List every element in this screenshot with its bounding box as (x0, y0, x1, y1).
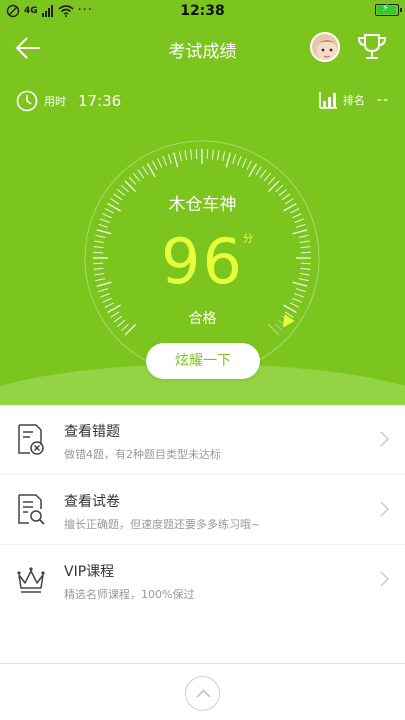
gauge-tick (216, 150, 220, 161)
scroll-up-button[interactable] (185, 676, 220, 711)
gauge-tick (246, 160, 252, 171)
used-time-value: 17:36 (78, 92, 122, 110)
list-item-vip-course[interactable]: VIP课程 精选名师课程，100%保过 (0, 545, 405, 615)
gauge-tick (206, 149, 209, 160)
gauge-tick (195, 149, 198, 160)
score-unit: 分 (243, 234, 253, 245)
clock-icon (16, 90, 38, 112)
share-button[interactable]: 炫耀一下 (146, 343, 260, 379)
gauge-tick (173, 152, 179, 168)
list-item-title: 查看试卷 (64, 494, 120, 510)
gauge-tick (178, 151, 182, 162)
bar-chart-icon (319, 92, 337, 109)
battery-icon: ⚡ (375, 3, 402, 16)
rank-label: 排名 (342, 94, 365, 107)
username: 木仓车神 (168, 195, 237, 215)
gauge-tick (267, 176, 276, 185)
gauge-tick (248, 163, 258, 177)
gauge-tick (162, 156, 167, 166)
gauge-tick (104, 302, 115, 308)
chevron-right-icon (380, 431, 389, 447)
gauge-tick (263, 172, 271, 182)
exam-result-screen: 4G ··· 12:38 ⚡ 考试成绩 用时 17:36 排名 -- 木仓车神 … (0, 0, 405, 720)
trophy-icon[interactable] (356, 32, 388, 62)
nav-bar: 考试成绩 (0, 28, 405, 68)
pass-status: 合格 (188, 311, 217, 327)
chevron-right-icon (380, 501, 389, 517)
gauge-tick (167, 154, 172, 164)
action-list: 查看错题 做错4题，有2种题目类型未达标 查看试卷 擅长正确题，但速度题还要多多… (0, 405, 405, 615)
gauge-tick (255, 166, 262, 176)
gauge-tick (289, 302, 300, 308)
gauge-tick (184, 150, 188, 161)
list-item-subtitle: 擅长正确题，但速度题还要多多练习哦~ (64, 518, 261, 531)
stats-row: 用时 17:36 排名 -- (0, 90, 405, 114)
gauge-tick (225, 152, 231, 168)
wrong-questions-icon (18, 424, 44, 455)
score-value: 96 (161, 225, 244, 298)
status-bar: 4G ··· 12:38 ⚡ (0, 0, 405, 24)
exam-paper-icon (18, 494, 45, 525)
list-item-subtitle: 精选名师课程，100%保过 (64, 588, 195, 601)
list-item-subtitle: 做错4题，有2种题目类型未达标 (64, 448, 221, 461)
status-time: 12:38 (180, 3, 225, 19)
gauge-tick (237, 156, 242, 166)
avatar[interactable] (310, 32, 340, 62)
chevron-up-icon (196, 689, 211, 698)
gauge-tick (241, 158, 247, 168)
gauge-tick (142, 166, 149, 176)
gauge-tick (259, 169, 267, 179)
gauge-tick (232, 154, 237, 164)
list-item-wrong-questions[interactable]: 查看错题 做错4题，有2种题目类型未达标 (0, 405, 405, 475)
list-item-title: VIP课程 (64, 564, 115, 580)
list-item-exam-paper[interactable]: 查看试卷 擅长正确题，但速度题还要多多练习哦~ (0, 475, 405, 545)
gauge-tick (146, 163, 156, 177)
gauge-tick (190, 149, 193, 160)
list-item-title: 查看错题 (64, 424, 120, 440)
used-time: 用时 17:36 (16, 90, 121, 112)
crown-icon (17, 567, 45, 593)
gauge-tick (133, 172, 141, 182)
gauge-tick (211, 149, 214, 160)
chevron-right-icon (380, 571, 389, 587)
page-title: 考试成绩 (168, 42, 237, 62)
rank-value: -- (376, 92, 389, 108)
gauge-tick (157, 158, 163, 168)
bottom-divider (0, 663, 405, 664)
rank: 排名 -- (318, 90, 389, 110)
gauge-tick (152, 160, 158, 171)
gauge-tick (128, 176, 137, 185)
gauge-tick (137, 169, 145, 179)
used-time-label: 用时 (44, 95, 66, 108)
gauge-tick (222, 151, 226, 162)
